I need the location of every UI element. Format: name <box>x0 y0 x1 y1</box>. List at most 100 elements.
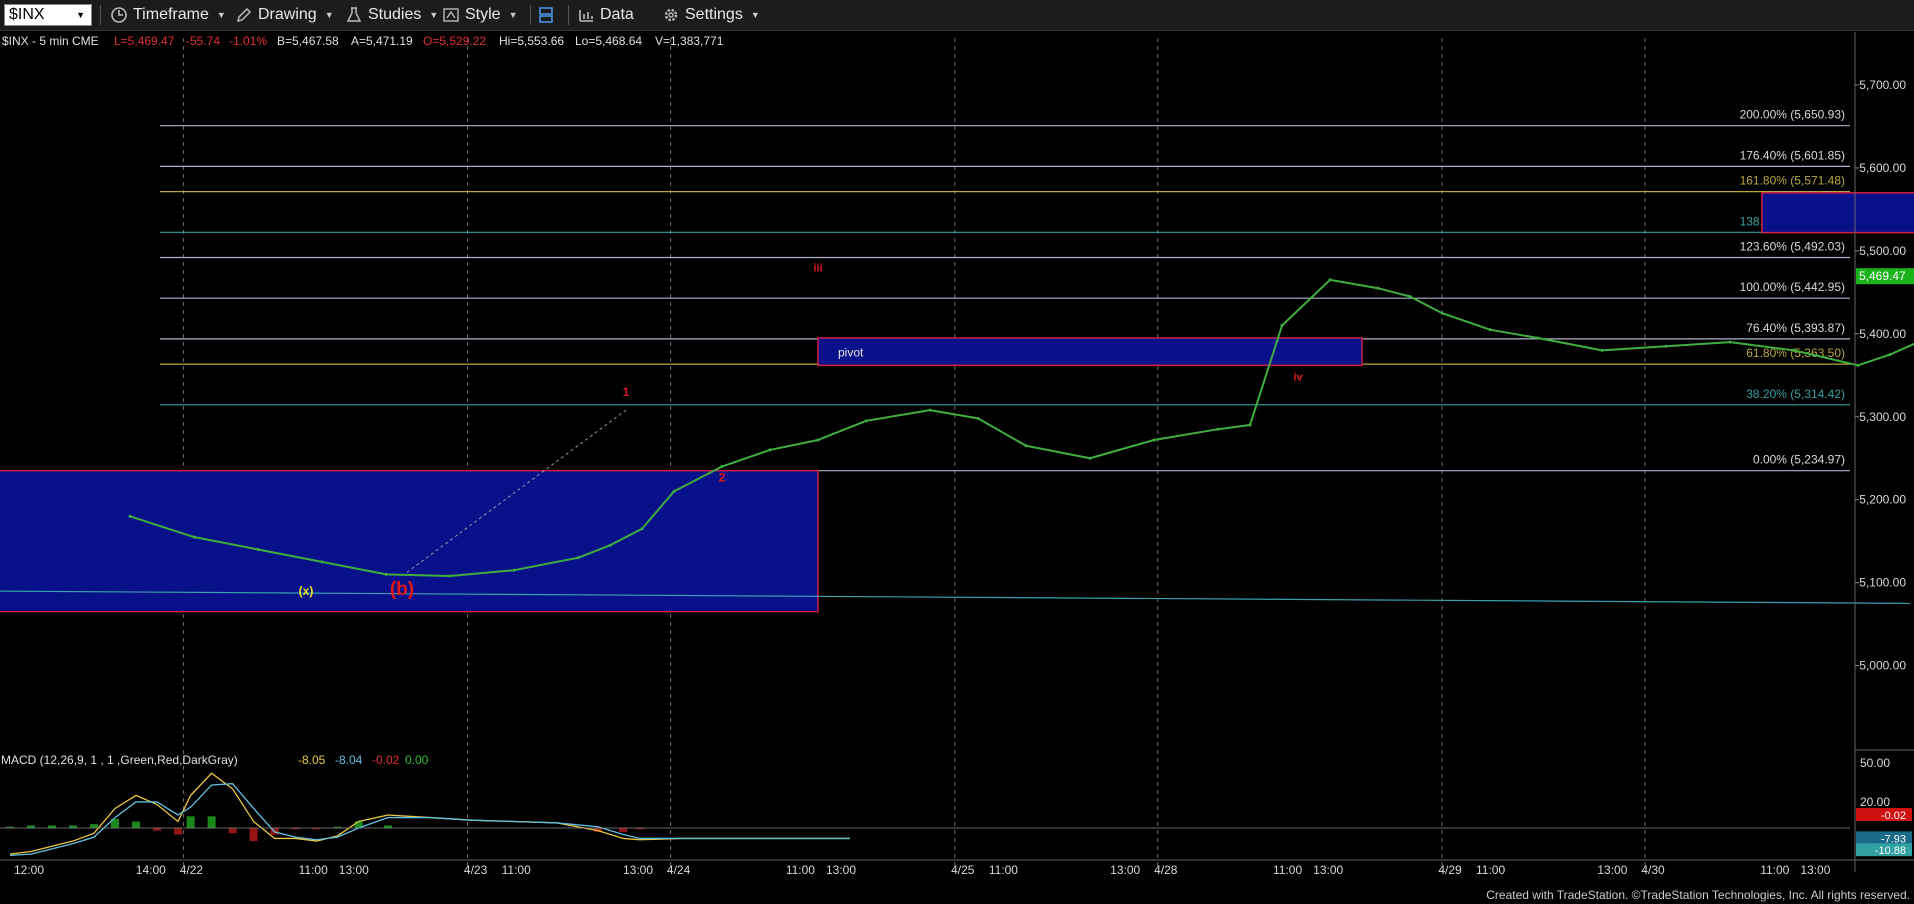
price-tick-label: 5,700.00 <box>1859 78 1906 92</box>
style-menu[interactable]: Style ▼ <box>442 4 518 26</box>
price-point <box>672 489 676 493</box>
price-point <box>1280 324 1284 328</box>
chevron-down-icon: ▼ <box>429 10 439 20</box>
price-point <box>320 560 324 564</box>
wave-label: (x) <box>299 584 314 598</box>
price-point <box>1024 444 1028 448</box>
fib-label: 200.00% (5,650.93) <box>1740 108 1845 122</box>
pencil-icon <box>236 7 252 23</box>
drawing-menu[interactable]: Drawing ▼ <box>235 4 334 26</box>
macd-histogram-bar <box>619 828 628 832</box>
macd-line[interactable] <box>9 772 850 855</box>
studies-label: Studies <box>368 6 422 23</box>
macd-value-tag-label: -0.02 <box>1881 810 1906 822</box>
price-point <box>1248 423 1252 427</box>
studies-menu[interactable]: Studies ▼ <box>345 4 438 26</box>
price-point <box>864 419 868 423</box>
price-point <box>1600 348 1604 352</box>
price-point <box>576 556 580 560</box>
bid-price: B=5,467.58 <box>277 34 339 48</box>
macd-signal-value: -8.04 <box>335 753 363 767</box>
fib-label: 100.00% (5,442.95) <box>1740 280 1845 294</box>
fib-label: 161.80% (5,571.48) <box>1740 174 1845 188</box>
macd-histogram-bar <box>186 816 195 829</box>
net-change: -55.74 <box>186 34 220 48</box>
macd-zero-value: 0.00 <box>405 753 429 767</box>
price-point <box>1440 311 1444 315</box>
percent-change: -1.01% <box>229 34 267 48</box>
target-zone[interactable] <box>1761 192 1914 234</box>
timeframe-menu[interactable]: Timeframe ▼ <box>110 4 226 26</box>
high-price: Hi=5,553.66 <box>499 34 564 48</box>
last-price-tag-label: 5,469.47 <box>1859 269 1906 283</box>
time-tick-label: 13:00 <box>1597 863 1627 877</box>
price-point <box>976 416 980 420</box>
time-tick-label: 4/22 <box>180 863 204 877</box>
settings-menu[interactable]: Settings ▼ <box>662 4 760 26</box>
price-point <box>640 527 644 531</box>
time-tick-label: 13:00 <box>623 863 653 877</box>
price-point <box>256 547 260 551</box>
wave-label: iv <box>1293 371 1303 383</box>
price-chart[interactable]: 200.00% (5,650.93) 176.40% (5,601.85) 161.… <box>0 31 1914 904</box>
bar-chart-icon <box>579 10 593 22</box>
symbol-selector[interactable]: $INX ▼ <box>4 4 92 26</box>
price-tick-label: 5,000.00 <box>1859 659 1906 673</box>
macd-value: -8.05 <box>298 753 326 767</box>
price-point <box>1152 438 1156 442</box>
price-point <box>1792 348 1796 352</box>
price-tick-label: 5,400.00 <box>1859 327 1906 341</box>
fib-label: 0.00% (5,234.97) <box>1753 453 1845 467</box>
price-tick-label: 5,100.00 <box>1859 576 1906 590</box>
macd-tick-label: 50.00 <box>1860 756 1890 770</box>
style-icon <box>443 8 459 22</box>
price-point <box>768 448 772 452</box>
wave-label: iii <box>813 263 822 275</box>
chevron-down-icon: ▼ <box>76 10 85 20</box>
chevron-down-icon: ▼ <box>324 10 334 20</box>
signal-line[interactable] <box>9 783 850 857</box>
volume: V=1,383,771 <box>655 34 724 48</box>
time-tick-label: 13:00 <box>826 863 856 877</box>
macd-value-tag-label: -10.88 <box>1875 845 1906 857</box>
toolbar-divider <box>100 5 101 25</box>
price-point <box>1664 344 1668 348</box>
time-tick-label: 4/23 <box>464 863 488 877</box>
low-price: Lo=5,468.64 <box>575 34 642 48</box>
time-tick-label: 13:00 <box>1800 863 1830 877</box>
price-point <box>720 465 724 469</box>
price-point <box>1856 363 1860 367</box>
ask-price: A=5,471.19 <box>351 34 413 48</box>
price-point <box>1376 286 1380 290</box>
macd-histogram-bar <box>174 828 182 835</box>
last-price: L=5,469.47 <box>114 34 175 48</box>
price-point <box>1408 294 1412 298</box>
drawing-label: Drawing <box>258 6 317 23</box>
time-tick-label: 13:00 <box>339 863 369 877</box>
price-point <box>128 514 132 518</box>
settings-label: Settings <box>685 6 743 23</box>
data-menu[interactable]: Data <box>577 4 634 26</box>
macd-tick-label: 20.00 <box>1860 795 1890 809</box>
wave-label: (b) <box>390 579 414 600</box>
price-point <box>512 568 516 572</box>
open-price: O=5,529.22 <box>423 34 486 48</box>
pivot-zone[interactable] <box>817 337 1363 367</box>
layout-button[interactable] <box>537 4 560 26</box>
toolbar: $INX ▼ Timeframe ▼ Drawing ▼ Studies ▼ S… <box>0 0 1914 31</box>
time-tick-label: 11:00 <box>1476 863 1505 877</box>
chevron-down-icon: ▼ <box>216 10 226 20</box>
toolbar-divider <box>530 5 531 25</box>
time-tick-label: 11:00 <box>502 863 531 877</box>
data-label: Data <box>600 6 634 23</box>
time-tick-label: 4/30 <box>1641 863 1665 877</box>
wave-label: 2 <box>719 470 726 484</box>
price-point <box>928 408 932 412</box>
price-point <box>192 535 196 539</box>
symbol-value: $INX <box>9 6 45 23</box>
price-point <box>608 543 612 547</box>
time-tick-label: 11:00 <box>1760 863 1789 877</box>
gear-icon <box>664 8 678 22</box>
price-point <box>1088 456 1092 460</box>
macd-label: MACD (12,26,9, 1 , 1 ,Green,Red,DarkGray… <box>1 753 238 767</box>
